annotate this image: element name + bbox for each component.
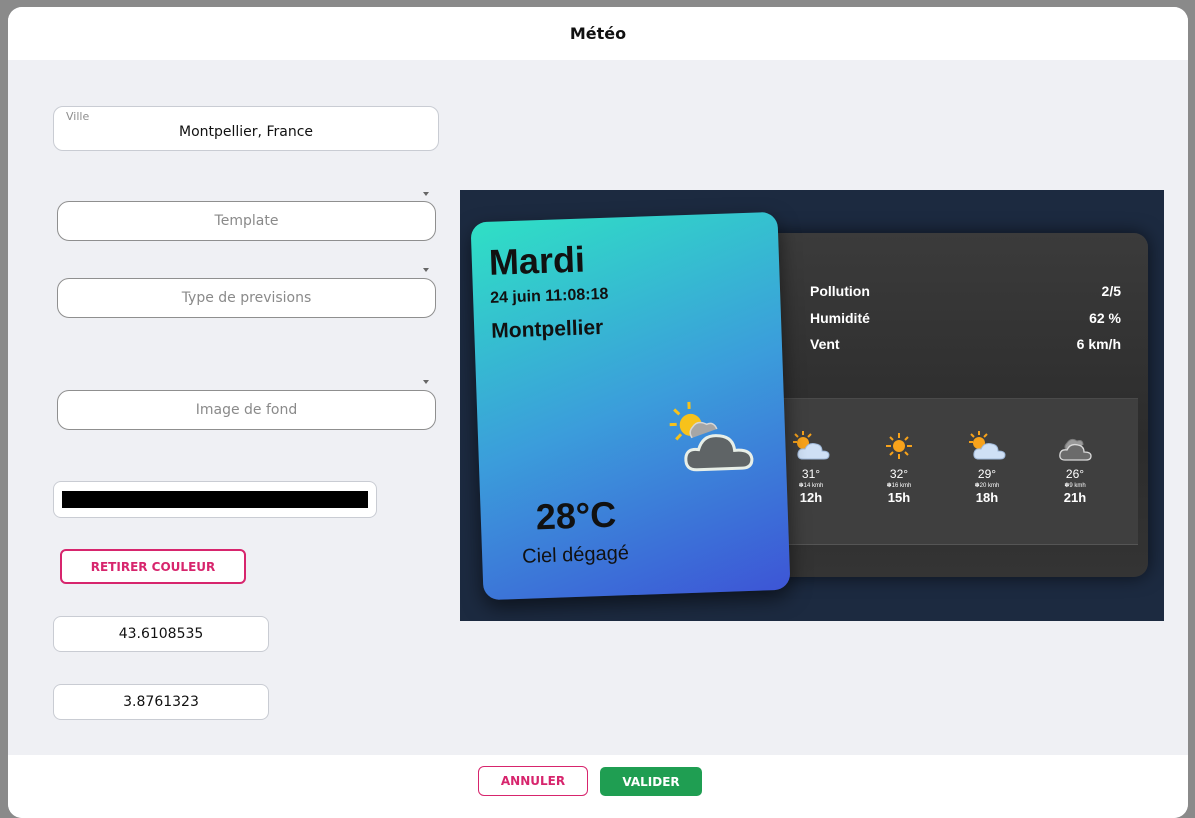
city-field[interactable]: Ville Montpellier, France bbox=[53, 106, 439, 151]
color-picker-field[interactable] bbox=[53, 481, 377, 518]
color-swatch[interactable] bbox=[62, 491, 368, 508]
background-image-dropdown-arrow-icon[interactable] bbox=[423, 380, 429, 384]
stat-value: 62 % bbox=[1089, 310, 1121, 326]
cloud-icon bbox=[1059, 438, 1092, 461]
template-placeholder: Template bbox=[214, 213, 279, 229]
forecast-temp: 26° bbox=[1065, 467, 1085, 481]
forecast-item: 32° ✽16 kmh 15h bbox=[869, 429, 929, 505]
modal-header: Météo bbox=[8, 7, 1188, 60]
forecast-temp: 31° bbox=[801, 467, 821, 481]
background-image-select[interactable]: Image de fond bbox=[57, 390, 436, 430]
weekday: Mardi bbox=[488, 238, 586, 283]
stat-value: 2/5 bbox=[1101, 283, 1121, 299]
stat-row-pollution: Pollution 2/5 bbox=[810, 283, 1121, 299]
stat-label: Pollution bbox=[810, 283, 870, 299]
sun-cloud-icon bbox=[969, 431, 1006, 460]
details-card: Pollution 2/5 Humidité 62 % Vent 6 km/h bbox=[765, 233, 1148, 577]
stat-value: 6 km/h bbox=[1076, 336, 1121, 352]
city-label: Ville bbox=[66, 110, 90, 123]
forecast-type-select[interactable]: Type de previsions bbox=[57, 278, 436, 318]
forecast-item: 26° ✽9 kmh 21h bbox=[1045, 429, 1105, 505]
forecast-hour: 18h bbox=[975, 490, 999, 505]
weather-condition: Ciel dégagé bbox=[521, 542, 630, 568]
template-select[interactable]: Template bbox=[57, 201, 436, 241]
current-weather-card: Mardi 24 juin 11:08:18 Montpellier 28°C … bbox=[470, 211, 791, 601]
forecast-hour: 21h bbox=[1063, 490, 1087, 505]
city-value: Montpellier, France bbox=[179, 124, 313, 140]
modal-title: Météo bbox=[569, 24, 627, 43]
stat-label: Humidité bbox=[810, 310, 870, 326]
weather-modal: Météo Ville Montpellier, France Template… bbox=[8, 7, 1188, 818]
cancel-button[interactable]: ANNULER bbox=[478, 766, 588, 796]
confirm-button[interactable]: VALIDER bbox=[600, 767, 702, 796]
forecast-item: 31° ✽14 kmh 12h bbox=[781, 429, 841, 505]
stat-row-humidity: Humidité 62 % bbox=[810, 310, 1121, 326]
forecast-hour: 12h bbox=[799, 490, 823, 505]
forecast-strip: 31° ✽14 kmh 12h 32° ✽16 kmh 15h 29° ✽20 … bbox=[775, 398, 1138, 545]
forecast-wind: ✽14 kmh bbox=[798, 483, 824, 489]
sun-cloud-icon bbox=[793, 431, 830, 460]
forecast-type-dropdown-arrow-icon[interactable] bbox=[423, 268, 429, 272]
current-temperature: 28°C bbox=[535, 493, 617, 538]
longitude-input[interactable]: 3.8761323 bbox=[53, 684, 269, 720]
forecast-wind: ✽9 kmh bbox=[1064, 483, 1086, 489]
forecast-hour: 15h bbox=[887, 490, 911, 505]
modal-footer bbox=[8, 755, 1188, 818]
forecast-type-placeholder: Type de previsions bbox=[181, 290, 312, 306]
forecast-wind: ✽16 kmh bbox=[886, 483, 912, 489]
forecast-wind: ✽20 kmh bbox=[974, 483, 1000, 489]
date-time: 24 juin 11:08:18 bbox=[489, 285, 609, 307]
background-image-placeholder: Image de fond bbox=[195, 402, 298, 418]
stat-row-wind: Vent 6 km/h bbox=[810, 336, 1121, 352]
weather-widget-preview: Pollution 2/5 Humidité 62 % Vent 6 km/h bbox=[460, 190, 1164, 621]
forecast-temp: 29° bbox=[977, 467, 997, 481]
latitude-input[interactable]: 43.6108535 bbox=[53, 616, 269, 652]
remove-color-button[interactable]: RETIRER COULEUR bbox=[60, 549, 246, 584]
forecast-item: 29° ✽20 kmh 18h bbox=[957, 429, 1017, 505]
partly-cloudy-icon bbox=[669, 401, 754, 472]
stat-label: Vent bbox=[810, 336, 840, 352]
template-dropdown-arrow-icon[interactable] bbox=[423, 192, 429, 196]
city-name: Montpellier bbox=[490, 315, 604, 343]
forecast-temp: 32° bbox=[889, 467, 909, 481]
sun-icon bbox=[886, 433, 912, 459]
